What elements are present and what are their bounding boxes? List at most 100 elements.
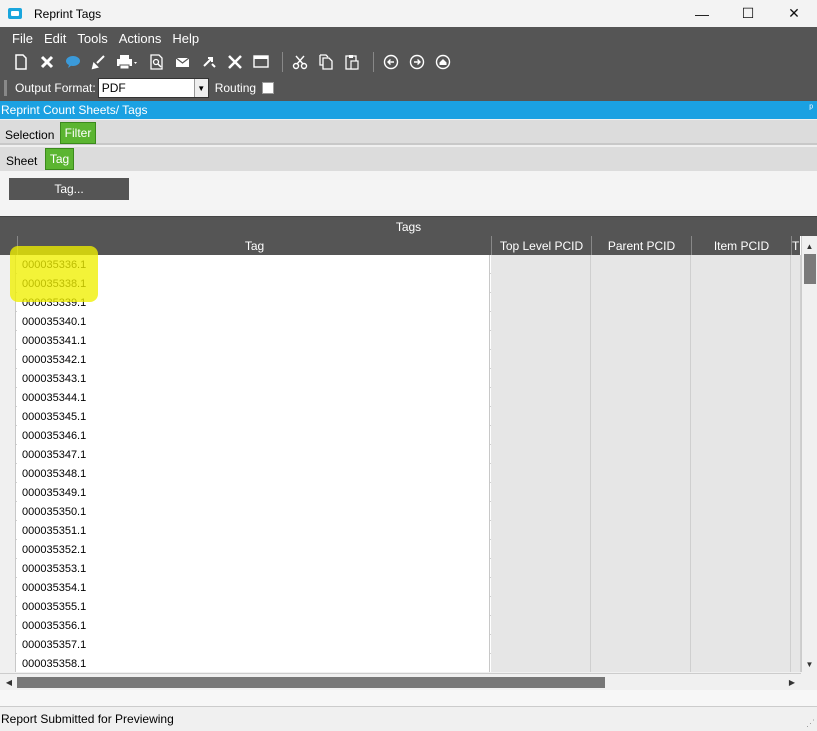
scroll-down-icon[interactable]: ▼ (802, 658, 817, 670)
vertical-scroll-thumb[interactable] (804, 254, 816, 284)
tag-cell[interactable]: 000035346.1 (17, 426, 490, 445)
tag-cell[interactable]: 000035356.1 (17, 616, 490, 635)
table-row[interactable]: 000035352.1 (0, 540, 801, 559)
pcid-cell[interactable] (491, 426, 591, 445)
pcid-cell[interactable] (491, 331, 591, 350)
pcid-cell[interactable] (691, 559, 791, 578)
pcid-cell[interactable] (591, 369, 691, 388)
pcid-cell[interactable] (691, 388, 791, 407)
table-row[interactable]: 000035336.1 (0, 255, 801, 274)
table-row[interactable]: 000035350.1 (0, 502, 801, 521)
pcid-cell[interactable] (491, 255, 591, 274)
tab-sheet[interactable]: Sheet (6, 154, 37, 168)
maximize-button[interactable]: ☐ (725, 0, 771, 27)
pcid-cell[interactable] (691, 312, 791, 331)
pcid-cell[interactable] (491, 274, 591, 293)
pcid-cell[interactable] (791, 274, 801, 293)
pcid-cell[interactable] (591, 635, 691, 654)
menu-actions[interactable]: Actions (119, 31, 162, 46)
tag-cell[interactable]: 000035350.1 (17, 502, 490, 521)
row-selector[interactable] (0, 559, 16, 578)
pcid-cell[interactable] (691, 445, 791, 464)
pcid-cell[interactable] (691, 521, 791, 540)
pcid-cell[interactable] (791, 559, 801, 578)
table-row[interactable]: 000035357.1 (0, 635, 801, 654)
pcid-cell[interactable] (491, 407, 591, 426)
pcid-cell[interactable] (491, 521, 591, 540)
column-header-top-level-pcid[interactable]: Top Level PCID (491, 236, 591, 255)
tag-cell[interactable]: 000035349.1 (17, 483, 490, 502)
pcid-cell[interactable] (491, 483, 591, 502)
pcid-cell[interactable] (491, 350, 591, 369)
pcid-cell[interactable] (591, 502, 691, 521)
back-icon[interactable] (380, 51, 402, 73)
tag-cell[interactable]: 000035341.1 (17, 331, 490, 350)
pcid-cell[interactable] (591, 540, 691, 559)
pcid-cell[interactable] (791, 293, 801, 312)
tag-cell[interactable]: 000035342.1 (17, 350, 490, 369)
routing-checkbox[interactable] (262, 82, 275, 94)
horizontal-scrollbar[interactable]: ◀ ▶ (0, 673, 801, 690)
scroll-left-icon[interactable]: ◀ (2, 675, 16, 689)
pcid-cell[interactable] (491, 369, 591, 388)
pcid-cell[interactable] (591, 559, 691, 578)
pcid-cell[interactable] (791, 597, 801, 616)
table-row[interactable]: 000035348.1 (0, 464, 801, 483)
pcid-cell[interactable] (691, 255, 791, 274)
row-selector[interactable] (0, 464, 16, 483)
pcid-cell[interactable] (591, 293, 691, 312)
pcid-cell[interactable] (691, 369, 791, 388)
pcid-cell[interactable] (491, 388, 591, 407)
pcid-cell[interactable] (591, 445, 691, 464)
pcid-cell[interactable] (591, 464, 691, 483)
row-selector[interactable] (0, 407, 16, 426)
pcid-cell[interactable] (791, 312, 801, 331)
row-selector[interactable] (0, 331, 16, 350)
pcid-cell[interactable] (791, 616, 801, 635)
table-row[interactable]: 000035345.1 (0, 407, 801, 426)
pcid-cell[interactable] (491, 635, 591, 654)
table-row[interactable]: 000035356.1 (0, 616, 801, 635)
pcid-cell[interactable] (491, 559, 591, 578)
pcid-cell[interactable] (591, 331, 691, 350)
tag-cell[interactable]: 000035354.1 (17, 578, 490, 597)
pcid-cell[interactable] (591, 407, 691, 426)
table-row[interactable]: 000035358.1 (0, 654, 801, 672)
tab-tag[interactable]: Tag (45, 148, 74, 170)
pcid-cell[interactable] (791, 635, 801, 654)
tag-cell[interactable]: 000035358.1 (17, 654, 490, 672)
pcid-cell[interactable] (691, 483, 791, 502)
tag-cell[interactable]: 000035357.1 (17, 635, 490, 654)
pcid-cell[interactable] (491, 654, 591, 672)
pcid-cell[interactable] (691, 578, 791, 597)
pcid-cell[interactable] (691, 597, 791, 616)
clear-icon[interactable] (88, 51, 110, 73)
pcid-cell[interactable] (691, 331, 791, 350)
pcid-cell[interactable] (791, 540, 801, 559)
pcid-cell[interactable] (591, 274, 691, 293)
pcid-cell[interactable] (791, 521, 801, 540)
pcid-cell[interactable] (591, 350, 691, 369)
pcid-cell[interactable] (791, 388, 801, 407)
pcid-cell[interactable] (591, 521, 691, 540)
tools-icon[interactable] (224, 51, 246, 73)
tab-filter[interactable]: Filter (60, 122, 96, 144)
row-selector[interactable] (0, 483, 16, 502)
table-row[interactable]: 000035349.1 (0, 483, 801, 502)
scroll-right-icon[interactable]: ▶ (785, 675, 799, 689)
tag-cell[interactable]: 000035353.1 (17, 559, 490, 578)
copy-icon[interactable] (315, 51, 337, 73)
pcid-cell[interactable] (791, 578, 801, 597)
pcid-cell[interactable] (691, 502, 791, 521)
forward-icon[interactable] (406, 51, 428, 73)
pcid-cell[interactable] (691, 654, 791, 672)
new-icon[interactable] (10, 51, 32, 73)
table-row[interactable]: 000035340.1 (0, 312, 801, 331)
paste-icon[interactable] (341, 51, 363, 73)
chevron-down-icon[interactable]: ▼ (193, 79, 208, 97)
email-icon[interactable] (172, 51, 194, 73)
pcid-cell[interactable] (791, 350, 801, 369)
pcid-cell[interactable] (791, 464, 801, 483)
scroll-up-icon[interactable]: ▲ (802, 240, 817, 252)
menu-file[interactable]: File (12, 31, 33, 46)
